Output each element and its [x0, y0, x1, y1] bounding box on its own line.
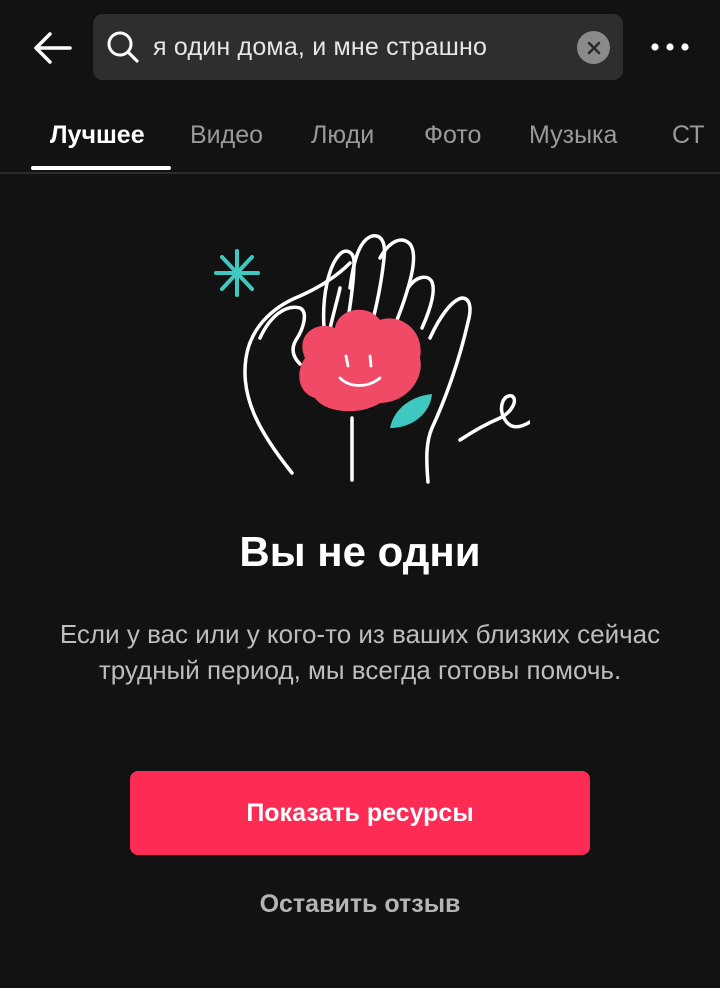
search-box[interactable]: я один дома, и мне страшно	[93, 14, 623, 80]
more-options-button[interactable]	[640, 22, 700, 72]
support-description: Если у вас или у кого-то из ваших близки…	[59, 619, 661, 685]
tab-music[interactable]: Музыка	[529, 100, 617, 170]
tab-more-truncated[interactable]: СТ	[672, 100, 705, 170]
arrow-left-icon	[34, 32, 72, 64]
active-tab-indicator	[31, 166, 171, 170]
sparkle-icon	[214, 249, 260, 297]
search-tabs: Лучшее Видео Люди Фото Музыка СТ	[0, 100, 720, 174]
tab-photos[interactable]: Фото	[424, 100, 481, 170]
heart-shape	[299, 309, 421, 412]
more-horizontal-icon	[651, 43, 689, 51]
tab-top[interactable]: Лучшее	[50, 100, 145, 170]
top-bar: я один дома, и мне страшно	[0, 0, 720, 95]
close-icon	[587, 41, 600, 54]
clear-search-button[interactable]	[577, 31, 610, 64]
leave-feedback-link[interactable]: Оставить отзыв	[0, 890, 720, 919]
hands-holding-heart-illustration	[214, 234, 530, 484]
tab-videos[interactable]: Видео	[190, 100, 263, 170]
page-title: Вы не одни	[239, 528, 481, 575]
back-button[interactable]	[26, 22, 78, 74]
tab-people[interactable]: Люди	[311, 100, 374, 170]
show-resources-button[interactable]: Показать ресурсы	[130, 771, 590, 855]
search-input[interactable]: я один дома, и мне страшно	[153, 14, 487, 80]
search-icon	[107, 31, 139, 63]
